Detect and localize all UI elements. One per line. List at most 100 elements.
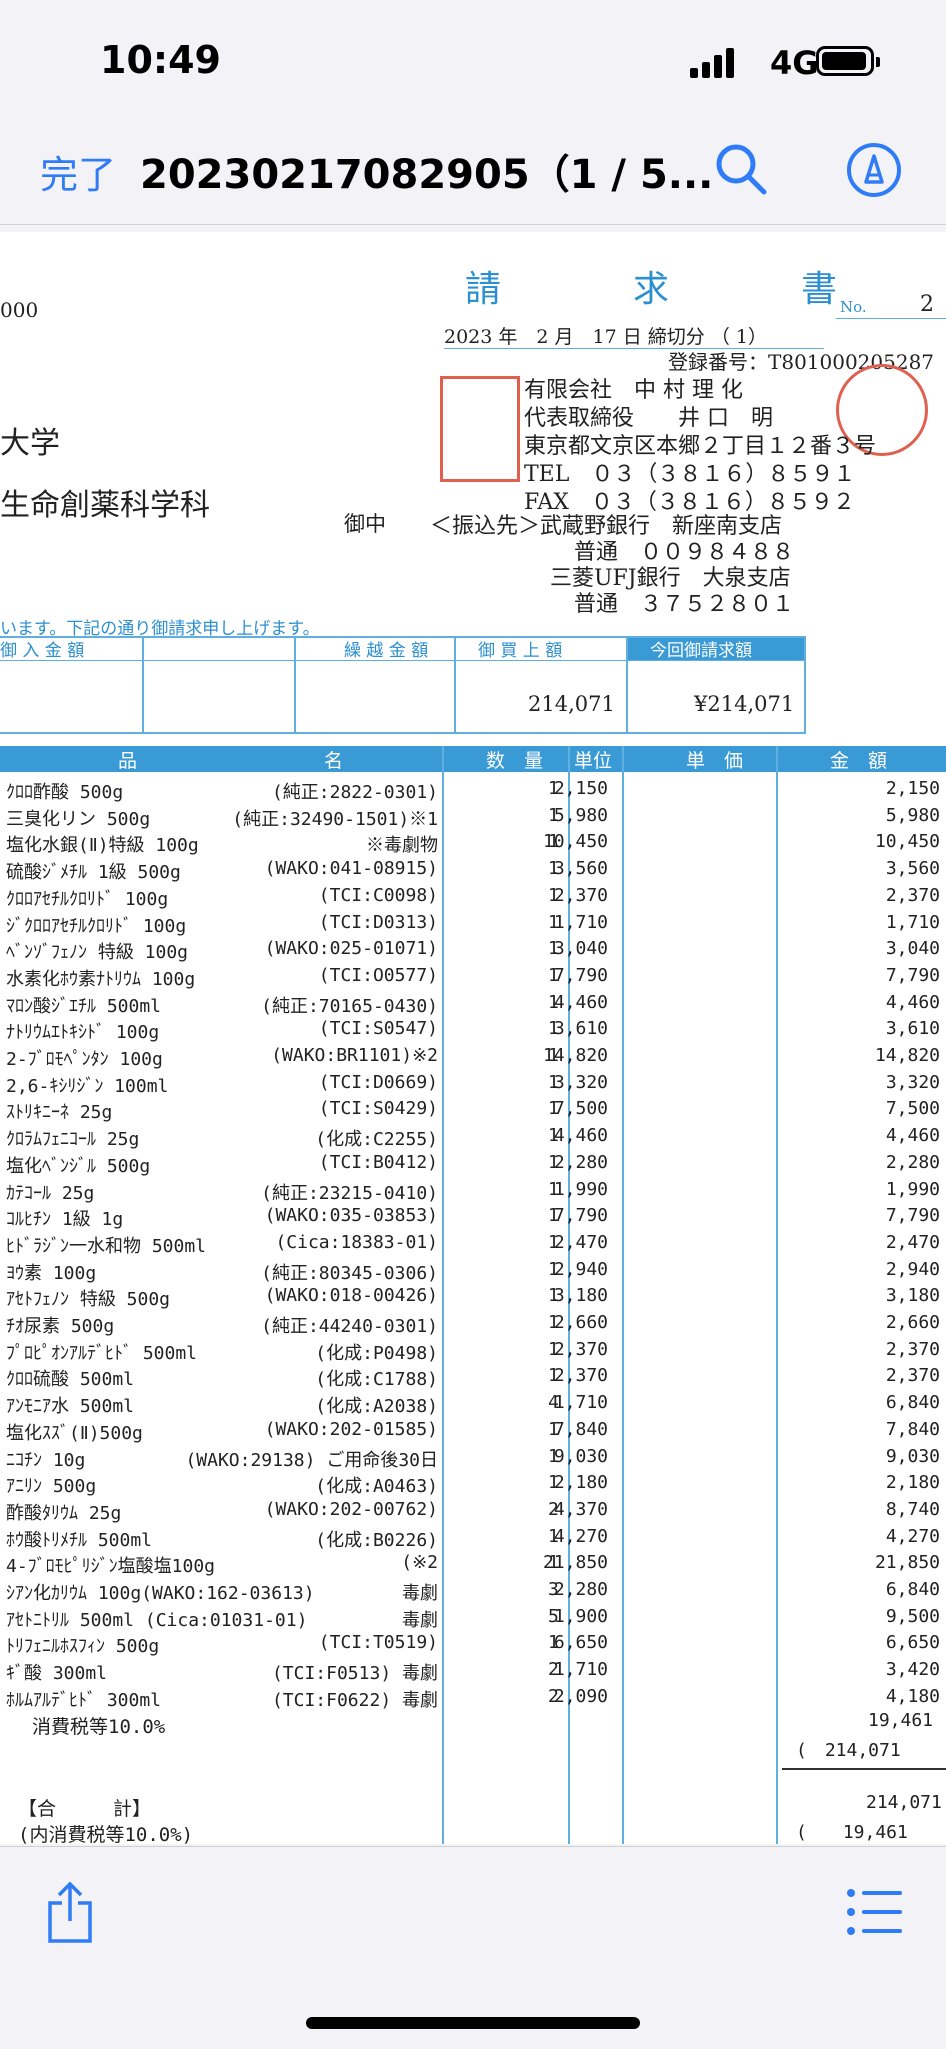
item-price: 1,710	[553, 911, 608, 933]
header-price: 単 価	[686, 750, 744, 772]
item-amount: 3,610	[885, 1018, 940, 1040]
item-price: 2,180	[553, 1472, 608, 1494]
item-note: (Cica:18383-01)	[275, 1231, 438, 1253]
table-row: ｷﾞ酸 300ml (TCI:F0513) 毒劇 2 1,710 3,420	[0, 1657, 946, 1684]
bottom-toolbar	[0, 1846, 946, 2049]
onchu-label: 御中	[344, 512, 386, 536]
header-name: 名	[324, 750, 344, 772]
item-note: (TCI:F0622) 毒劇	[271, 1689, 438, 1711]
item-amount: 8,740	[885, 1498, 940, 1520]
item-name: ﾌﾟﾛﾋﾟｵﾝｱﾙﾃﾞﾋﾄﾞ 500ml	[6, 1342, 198, 1364]
item-price: 21,850	[542, 1552, 608, 1574]
table-row: 水素化ﾎｳ素ﾅﾄﾘｳﾑ 100g (TCI:O0577) 1 7,790 7,790	[0, 963, 946, 990]
item-amount: 3,180	[885, 1285, 940, 1307]
invoice-number: 2	[920, 292, 934, 317]
markup-icon[interactable]	[846, 142, 902, 198]
battery-icon	[816, 46, 880, 76]
summary-purchase-amount: 214,071	[528, 692, 615, 716]
item-price: 2,090	[553, 1685, 608, 1707]
table-row: ﾋﾄﾞﾗｼﾞﾝ一水和物 500ml (Cica:18383-01) 1 2,470 2,…	[0, 1230, 946, 1257]
item-name: 硫酸ｼﾞﾒﾁﾙ 1級 500g	[6, 862, 181, 884]
item-name: ﾄﾘﾌｪﾆﾙﾎｽﾌｨﾝ 500g	[6, 1636, 160, 1658]
item-note: (TCI:C0098)	[318, 884, 438, 906]
item-amount: 7,790	[885, 1205, 940, 1227]
item-price: 3,040	[553, 938, 608, 960]
summary-header-carryover: 繰 越 金 額	[344, 641, 429, 661]
item-price: 9,030	[553, 1445, 608, 1467]
summary-header-purchase: 御 買 上 額	[478, 641, 563, 661]
table-row: ﾍﾞﾝｿﾞﾌｪﾉﾝ 特級 100g (WAKO:025-01071) 1 3,040 3…	[0, 936, 946, 963]
item-amount: 9,500	[885, 1605, 940, 1627]
item-price: 2,370	[553, 884, 608, 906]
item-name: ﾍﾞﾝｿﾞﾌｪﾉﾝ 特級 100g	[6, 942, 189, 964]
status-bar: 10:49 4G	[0, 0, 946, 120]
table-row: 2,6-ｷｼﾘｼﾞﾝ 100ml (TCI:D0669) 1 3,320 3,320	[0, 1070, 946, 1097]
tax-label: 消費税等10.0%	[32, 1716, 166, 1738]
total-tax-label: (内消費税等10.0%)	[18, 1824, 194, 1844]
search-icon[interactable]	[710, 138, 770, 198]
item-note: (化成:A0463)	[315, 1476, 438, 1498]
total-tax-amount: ( 19,461	[796, 1822, 908, 1843]
item-note: (WAKO:29138) ご用命後30日	[185, 1449, 438, 1471]
item-price: 7,790	[553, 964, 608, 986]
item-note: (TCI:D0313)	[318, 911, 438, 933]
table-row: ﾎﾙﾑｱﾙﾃﾞﾋﾄﾞ 300ml (TCI:F0622) 毒劇 2 2,090 4,18…	[0, 1684, 946, 1711]
item-note: (純正:44240-0301)	[261, 1316, 438, 1337]
table-row: ｱｾﾄﾆﾄﾘﾙ 500ml (Cica:01031-01) 毒劇 5 1,900 9,5…	[0, 1604, 946, 1631]
item-price: 1,990	[553, 1178, 608, 1200]
item-amount: 4,270	[885, 1525, 940, 1547]
item-amount: 6,840	[885, 1392, 940, 1414]
item-amount: 2,180	[885, 1472, 940, 1494]
item-name: ｺﾙﾋﾁﾝ 1級 1g	[6, 1209, 124, 1231]
table-row: 酢酸ﾀﾘｳﾑ 25g (WAKO:202-00762) 2 4,370 8,740	[0, 1497, 946, 1524]
table-row: ﾁｵ尿素 500g (純正:44240-0301) 1 2,660 2,660	[0, 1310, 946, 1337]
item-name: ﾎﾙﾑｱﾙﾃﾞﾋﾄﾞ 300ml	[6, 1689, 162, 1711]
done-button[interactable]: 完了	[40, 144, 116, 199]
table-row: 三臭化リン 500g (純正:32490-1501)※1 1 5,980 5,980	[0, 803, 946, 830]
item-name: ｼﾞｸﾛﾛｱｾﾁﾙｸﾛﾘﾄﾞ 100g	[6, 915, 187, 937]
item-name: ﾖｳ素 100g	[6, 1262, 97, 1284]
item-name: 三臭化リン 500g	[6, 808, 151, 830]
item-note: (TCI:S0429)	[318, 1098, 438, 1120]
customer-name: 大学	[0, 426, 60, 461]
table-row: 2-ﾌﾞﾛﾓﾍﾟﾝﾀﾝ 100g (WAKO:BR1101)※2 1 14,820 14…	[0, 1043, 946, 1070]
table-row: ｶﾃｺｰﾙ 25g (純正:23215-0410) 1 1,990 1,990	[0, 1177, 946, 1204]
table-row: ｱﾝﾓﾆｱ水 500ml (化成:A2038) 4 1,710 6,840	[0, 1390, 946, 1417]
item-name: 2,6-ｷｼﾘｼﾞﾝ 100ml	[6, 1075, 169, 1097]
table-row: ｺﾙﾋﾁﾝ 1級 1g (WAKO:035-03853) 1 7,790 7,790	[0, 1203, 946, 1230]
summary-billed-amount: ¥214,071	[694, 692, 795, 716]
cellular-signal-icon	[690, 48, 734, 78]
customer-department: 生命創薬科学科	[0, 488, 210, 523]
item-note: (※2	[401, 1552, 438, 1574]
item-amount: 1,990	[885, 1178, 940, 1200]
item-name: ﾁｵ尿素 500g	[6, 1316, 115, 1337]
item-note: (純正:70165-0430)	[261, 995, 438, 1017]
table-row: ｸﾛﾛ硫酸 500ml (化成:C1788) 1 2,370 2,370	[0, 1363, 946, 1390]
list-icon[interactable]	[846, 1887, 902, 1937]
table-row: ﾏﾛﾝ酸ｼﾞｴﾁﾙ 500ml (純正:70165-0430) 1 4,460 4,46…	[0, 990, 946, 1017]
item-price: 6,650	[553, 1632, 608, 1654]
item-name: 4-ﾌﾞﾛﾓﾋﾟﾘｼﾞﾝ塩酸塩100g	[6, 1556, 216, 1578]
table-row: ﾆｺﾁﾝ 10g (WAKO:29138) ご用命後30日 1 9,030 9,030	[0, 1444, 946, 1471]
table-row: 硫酸ｼﾞﾒﾁﾙ 1級 500g (WAKO:041-08915) 1 3,560 3,5…	[0, 856, 946, 883]
item-note: 毒劇	[402, 1609, 438, 1631]
summary-header-billed: 今回御請求額	[650, 641, 752, 661]
subtotal: ( 214,071	[796, 1740, 901, 1761]
item-name: ｸﾛﾛ酢酸 500g	[6, 782, 124, 803]
item-note: (純正:2822-0301)	[271, 782, 438, 803]
item-amount: 5,980	[885, 804, 940, 826]
table-row: 塩化ｽｽﾞ(Ⅱ)500g (WAKO:202-01585) 1 7,840 7,840	[0, 1417, 946, 1444]
item-name: ｱﾝﾓﾆｱ水 500ml	[6, 1396, 135, 1418]
item-note: (TCI:F0513) 毒劇	[271, 1663, 438, 1685]
table-row: ﾄﾘﾌｪﾆﾙﾎｽﾌｨﾝ 500g (TCI:T0519) 1 6,650 6,650	[0, 1630, 946, 1657]
item-note: (TCI:D0669)	[318, 1071, 438, 1093]
share-icon[interactable]	[44, 1881, 96, 1945]
table-row: ｼｱﾝ化ｶﾘｳﾑ 100g(WAKO:162-03613) 毒劇 3 2,280 6,8…	[0, 1577, 946, 1604]
item-amount: 2,470	[885, 1231, 940, 1253]
table-row: ｱﾆﾘﾝ 500g (化成:A0463) 1 2,180 2,180	[0, 1470, 946, 1497]
network-type: 4G	[770, 44, 819, 82]
item-note: (WAKO:035-03853)	[264, 1205, 438, 1227]
item-amount: 2,370	[885, 1365, 940, 1387]
table-row: ﾌﾟﾛﾋﾟｵﾝｱﾙﾃﾞﾋﾄﾞ 500ml (化成:P0498) 1 2,370 2,37…	[0, 1337, 946, 1364]
item-price: 2,150	[553, 778, 608, 799]
